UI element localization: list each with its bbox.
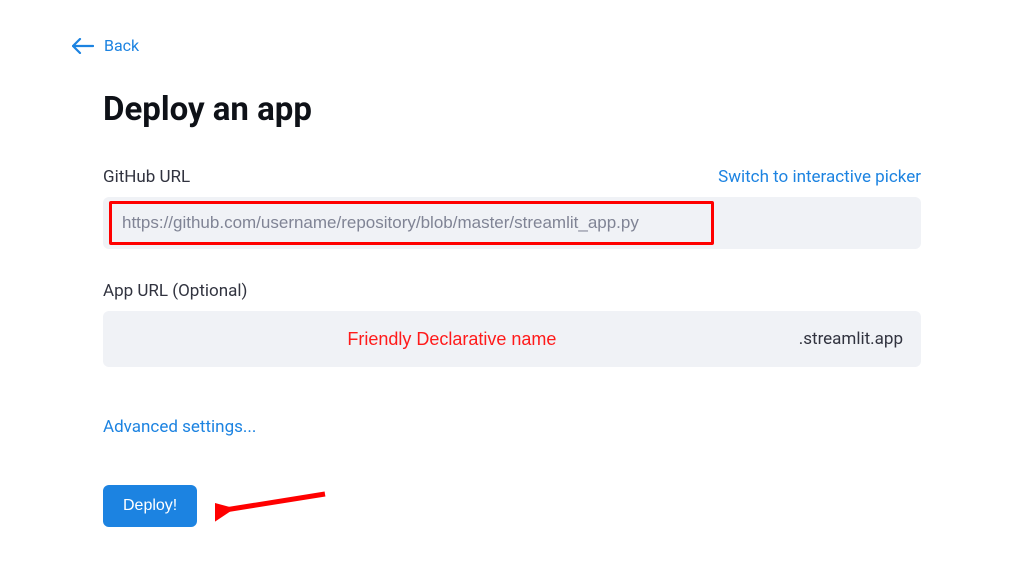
- github-url-input[interactable]: [122, 213, 701, 233]
- arrow-left-icon: [72, 38, 94, 54]
- app-url-suffix: .streamlit.app: [783, 329, 903, 349]
- back-label: Back: [104, 36, 139, 55]
- app-url-label: App URL (Optional): [103, 281, 247, 301]
- github-url-field-container: [103, 197, 921, 249]
- pointer-arrow-icon: [215, 486, 335, 526]
- switch-picker-link[interactable]: Switch to interactive picker: [718, 167, 921, 187]
- highlight-annotation: [109, 201, 714, 245]
- back-link[interactable]: Back: [72, 36, 139, 55]
- app-url-input[interactable]: [121, 329, 783, 350]
- github-url-label: GitHub URL: [103, 167, 190, 187]
- page-title: Deploy an app: [103, 90, 921, 129]
- deploy-button[interactable]: Deploy!: [103, 485, 197, 527]
- advanced-settings-link[interactable]: Advanced settings...: [103, 417, 256, 437]
- app-url-field-container: .streamlit.app: [103, 311, 921, 367]
